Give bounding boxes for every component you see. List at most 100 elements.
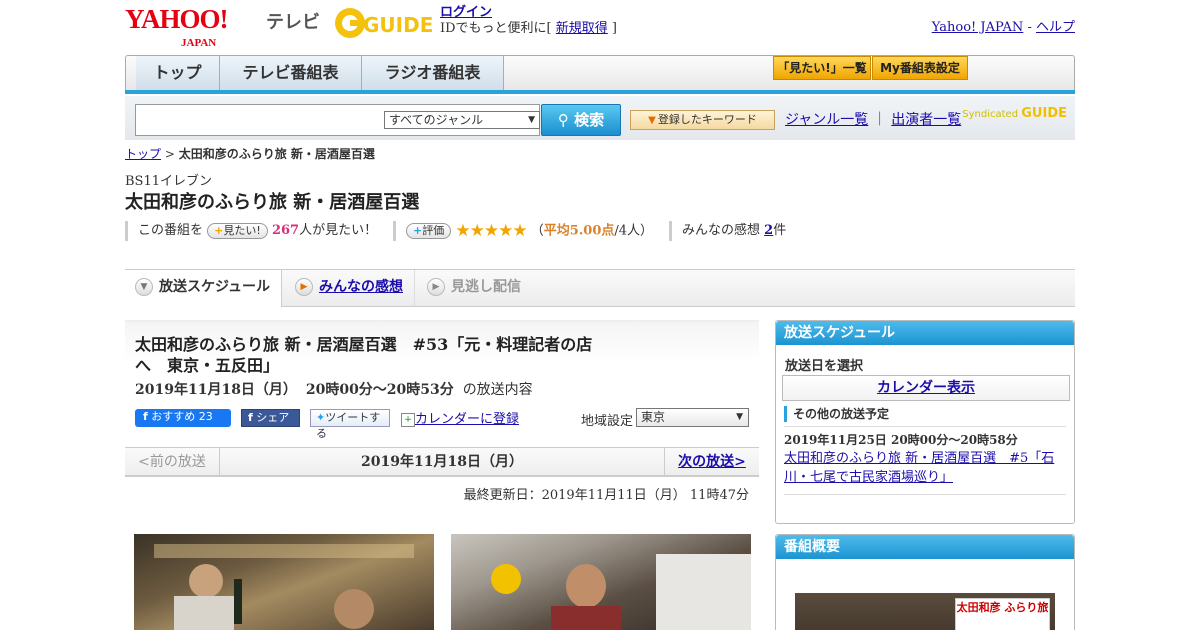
episode-photo-2 [451,534,751,630]
twitter-icon: ✦ [316,411,326,424]
facebook-recommend-button[interactable]: f おすすめ 23 [135,409,231,427]
registered-keyword-button[interactable]: ▼ 登録したキーワード [630,110,775,130]
current-episode-date: 2019年11月18日（月） [361,454,523,470]
nav-accent-bar [125,90,1075,94]
program-overview-photo: 太田和彦 ふらり旅 [795,593,1055,630]
episode-time: 20時00分～20時53分 [305,382,454,398]
next-episode-link[interactable]: 次の放送> [664,448,759,476]
tab-missed-streaming: ▶ 見逃し配信 [417,270,547,306]
rating-average: 平均5.00点 [543,223,615,239]
login-prompt: IDでもっと便利に[ [440,21,556,36]
impressions-unit: 件 [773,223,787,238]
play-icon: ▶ [295,278,313,296]
performer-list-link[interactable]: 出演者一覧 [891,112,961,128]
breadcrumb: トップ > 太田和彦のふらり旅 新・居酒屋百選 [125,145,1075,162]
divider [784,426,1066,427]
yahoo-japan-logo[interactable]: YAHOO! JAPAN [125,6,229,50]
plus-icon: + [214,223,224,237]
nav-tab-radio-schedule[interactable]: ラジオ番組表 [362,56,504,92]
nav-tab-tv-schedule[interactable]: テレビ番組表 [220,56,362,92]
tv-label: テレビ [266,12,320,33]
header-separator: - [1023,20,1036,35]
episode-panel: 太田和彦のふらり旅 新・居酒屋百選 #53「元・料理記者の店へ 東京・五反田」 … [125,320,759,630]
episode-date-suffix: の放送内容 [462,382,533,398]
chevron-down-icon: ▼ [135,278,153,296]
mitai-label: この番組を [138,223,204,238]
other-broadcasts-heading: その他の放送予定 [784,406,1066,422]
nav-tab-top[interactable]: トップ [136,56,220,92]
star-rating-icon: ★★★★★ [455,221,527,241]
divider [784,494,1066,495]
episode-date: 2019年11月18日（月） [135,382,297,398]
rating-stat: +評価 ★★★★★ （平均5.00点/4人） [393,221,653,241]
gguide-logo[interactable]: GUIDE [333,6,433,40]
login-prompt-end: ] [607,21,617,36]
calendar-view-button[interactable]: カレンダー表示 [782,375,1070,401]
episode-datetime: 2019年11月18日（月） 20時00分～20時53分 の放送内容 [135,379,533,399]
region-select[interactable]: 東京 ▼ [636,408,749,427]
mitai-suffix: 人が見たい！ [299,223,378,238]
program-stats: この番組を +見たい! 267人が見たい！ +評価 ★★★★★ （平均5.00点… [125,221,1075,241]
episode-navigation: <前の放送 2019年11月18日（月） 次の放送> [125,447,759,477]
my-schedule-settings-button[interactable]: My番組表設定 [872,56,968,80]
chevron-down-icon: ▼ [528,115,535,125]
tab-impressions[interactable]: ▶ みんなの感想 [285,270,415,306]
calendar-register-link[interactable]: カレンダーに登録 [415,412,519,427]
select-date-label: 放送日を選択 [785,359,864,374]
search-icon: ⚲ [557,111,569,129]
plus-icon: + [413,224,423,237]
genre-select[interactable]: すべてのジャンル ▼ [384,111,540,129]
impressions-label: みんなの感想 [682,223,761,238]
calendar-icon: + [401,412,415,427]
prev-episode: <前の放送 [125,448,220,476]
program-sign: 太田和彦 ふらり旅 [955,598,1050,630]
rating-voters: /4人） [614,223,654,239]
facebook-icon: f [248,411,253,424]
chevron-down-icon: ▼ [736,412,743,422]
search-links: ジャンル一覧 ｜ 出演者一覧 [785,109,961,129]
calendar-register[interactable]: + カレンダーに登録 [401,408,519,427]
signup-link[interactable]: 新規取得 [556,21,608,36]
mitai-button[interactable]: +見たい! [207,222,268,239]
yahoo-japan-link[interactable]: Yahoo! JAPAN [932,20,1024,35]
mitai-count: 267 [271,223,300,238]
login-link[interactable]: ログイン [440,5,492,20]
overview-box: 番組概要 太田和彦 ふらり旅 [775,534,1075,630]
last-updated: 最終更新日：2019年11月11日（月） 11時47分 [463,488,749,503]
schedule-box-heading: 放送スケジュール [776,321,1074,345]
other-broadcast-link[interactable]: 太田和彦のふらり旅 新・居酒屋百選 #5「石川・七尾で古民家酒場巡り」 [784,449,1059,487]
facebook-share-button[interactable]: f シェア [241,409,300,427]
syndicated-gguide-logo: Syndicated GUIDE [962,106,1067,121]
link-divider: ｜ [872,112,887,128]
facebook-icon: f [143,410,148,423]
search-bar: すべてのジャンル ▼ ⚲ 検索 ▼ 登録したキーワード ジャンル一覧 ｜ 出演者一覧… [125,96,1075,140]
episode-photo-1 [134,534,434,630]
help-link[interactable]: ヘルプ [1036,20,1075,35]
login-area: ログイン IDでもっと便利に[ 新規取得 ] [440,5,617,37]
channel-name: BS11イレブン [125,174,213,189]
breadcrumb-current: 太田和彦のふらり旅 新・居酒屋百選 [178,147,375,161]
search-button[interactable]: ⚲ 検索 [541,104,621,136]
page-title: 太田和彦のふらり旅 新・居酒屋百選 [125,192,420,213]
main-nav: トップ テレビ番組表 ラジオ番組表 「見たい!」一覧 My番組表設定 [125,55,1075,93]
genre-list-link[interactable]: ジャンル一覧 [785,112,868,128]
impressions-count-link[interactable]: 2 [764,223,773,238]
tab-schedule[interactable]: ▼ 放送スケジュール [125,270,282,307]
impressions-stat: みんなの感想 2件 [669,221,786,241]
mitai-stat: この番組を +見たい! 267人が見たい！ [125,221,377,241]
episode-title: 太田和彦のふらり旅 新・居酒屋百選 #53「元・料理記者の店へ 東京・五反田」 [135,335,593,375]
play-icon: ▶ [427,278,445,296]
region-label: 地域設定 [581,414,634,429]
tweet-button[interactable]: ✦ツイートする [310,409,390,440]
rating-avg-open: （ [530,223,544,239]
triangle-down-icon: ▼ [648,115,656,126]
program-tabs: ▼ 放送スケジュール ▶ みんなの感想 ▶ 見逃し配信 [125,269,1075,307]
other-broadcast-date: 2019年11月25日 20時00分～20時58分 [784,433,1018,447]
mitai-list-button[interactable]: 「見たい!」一覧 [773,56,871,80]
breadcrumb-top-link[interactable]: トップ [125,147,161,161]
schedule-box: 放送スケジュール 放送日を選択 カレンダー表示 その他の放送予定 2019年11… [775,320,1075,524]
breadcrumb-separator: > [161,147,179,161]
header-links: Yahoo! JAPAN - ヘルプ [932,16,1075,35]
rating-button[interactable]: +評価 [406,223,452,239]
svg-text:GUIDE: GUIDE [363,13,433,37]
